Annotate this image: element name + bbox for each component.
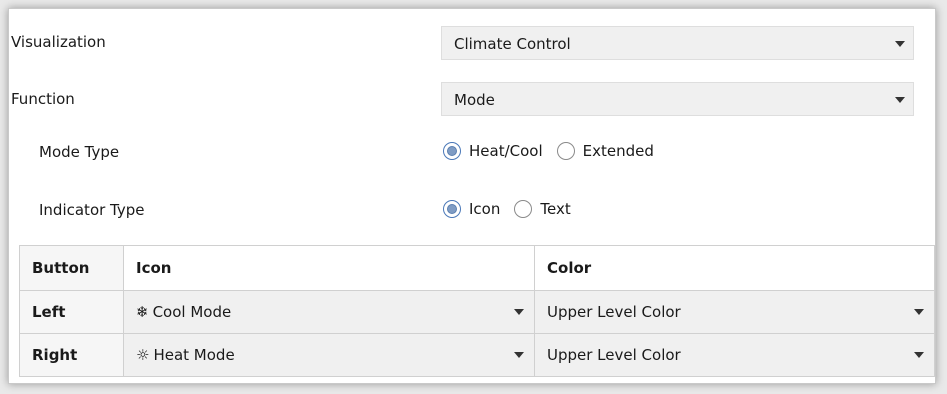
- function-label: Function: [11, 90, 75, 108]
- table-row: Left ❄ Cool Mode Upper Level Color: [19, 290, 935, 334]
- radio-text-label[interactable]: Text: [540, 200, 570, 218]
- chevron-down-icon: [895, 41, 905, 47]
- indicator-type-radio-group: Icon Text: [443, 200, 585, 218]
- sun-icon: ☼: [136, 346, 150, 364]
- table-header-row: Button Icon Color: [19, 245, 935, 291]
- function-dropdown[interactable]: Mode: [441, 82, 914, 116]
- color-value-right: Upper Level Color: [547, 346, 681, 364]
- settings-panel: Visualization Climate Control Function M…: [8, 8, 936, 384]
- radio-text[interactable]: [514, 200, 533, 218]
- color-dropdown-left[interactable]: Upper Level Color: [534, 290, 935, 334]
- chevron-down-icon: [514, 309, 524, 315]
- function-value: Mode: [454, 91, 495, 109]
- icon-value-left: Cool Mode: [152, 303, 232, 321]
- column-header-button: Button: [19, 245, 124, 291]
- icon-value-right: Heat Mode: [153, 346, 235, 364]
- radio-icon-label[interactable]: Icon: [469, 200, 500, 218]
- chevron-down-icon: [895, 97, 905, 103]
- row-button-right: Right: [19, 333, 124, 377]
- color-dropdown-right[interactable]: Upper Level Color: [534, 333, 935, 377]
- column-header-color: Color: [534, 245, 935, 291]
- visualization-value: Climate Control: [454, 35, 571, 53]
- snowflake-icon: ❄: [136, 303, 149, 321]
- row-button-left: Left: [19, 290, 124, 334]
- radio-extended-label[interactable]: Extended: [583, 142, 654, 160]
- color-value-left: Upper Level Color: [547, 303, 681, 321]
- icon-dropdown-left[interactable]: ❄ Cool Mode: [123, 290, 535, 334]
- indicator-type-label: Indicator Type: [39, 201, 145, 219]
- radio-heat-cool-label[interactable]: Heat/Cool: [469, 142, 543, 160]
- visualization-label: Visualization: [11, 33, 106, 51]
- mode-type-label: Mode Type: [39, 143, 120, 161]
- visualization-dropdown[interactable]: Climate Control: [441, 26, 914, 60]
- chevron-down-icon: [514, 352, 524, 358]
- button-config-table: Button Icon Color Left ❄ Cool Mode Upper …: [19, 245, 935, 377]
- radio-icon[interactable]: [443, 200, 461, 218]
- chevron-down-icon: [914, 352, 924, 358]
- icon-dropdown-right[interactable]: ☼ Heat Mode: [123, 333, 535, 377]
- chevron-down-icon: [914, 309, 924, 315]
- column-header-icon: Icon: [123, 245, 535, 291]
- radio-extended[interactable]: [556, 142, 575, 160]
- radio-heat-cool[interactable]: [443, 142, 461, 160]
- table-row: Right ☼ Heat Mode Upper Level Color: [19, 333, 935, 377]
- mode-type-radio-group: Heat/Cool Extended: [443, 142, 668, 160]
